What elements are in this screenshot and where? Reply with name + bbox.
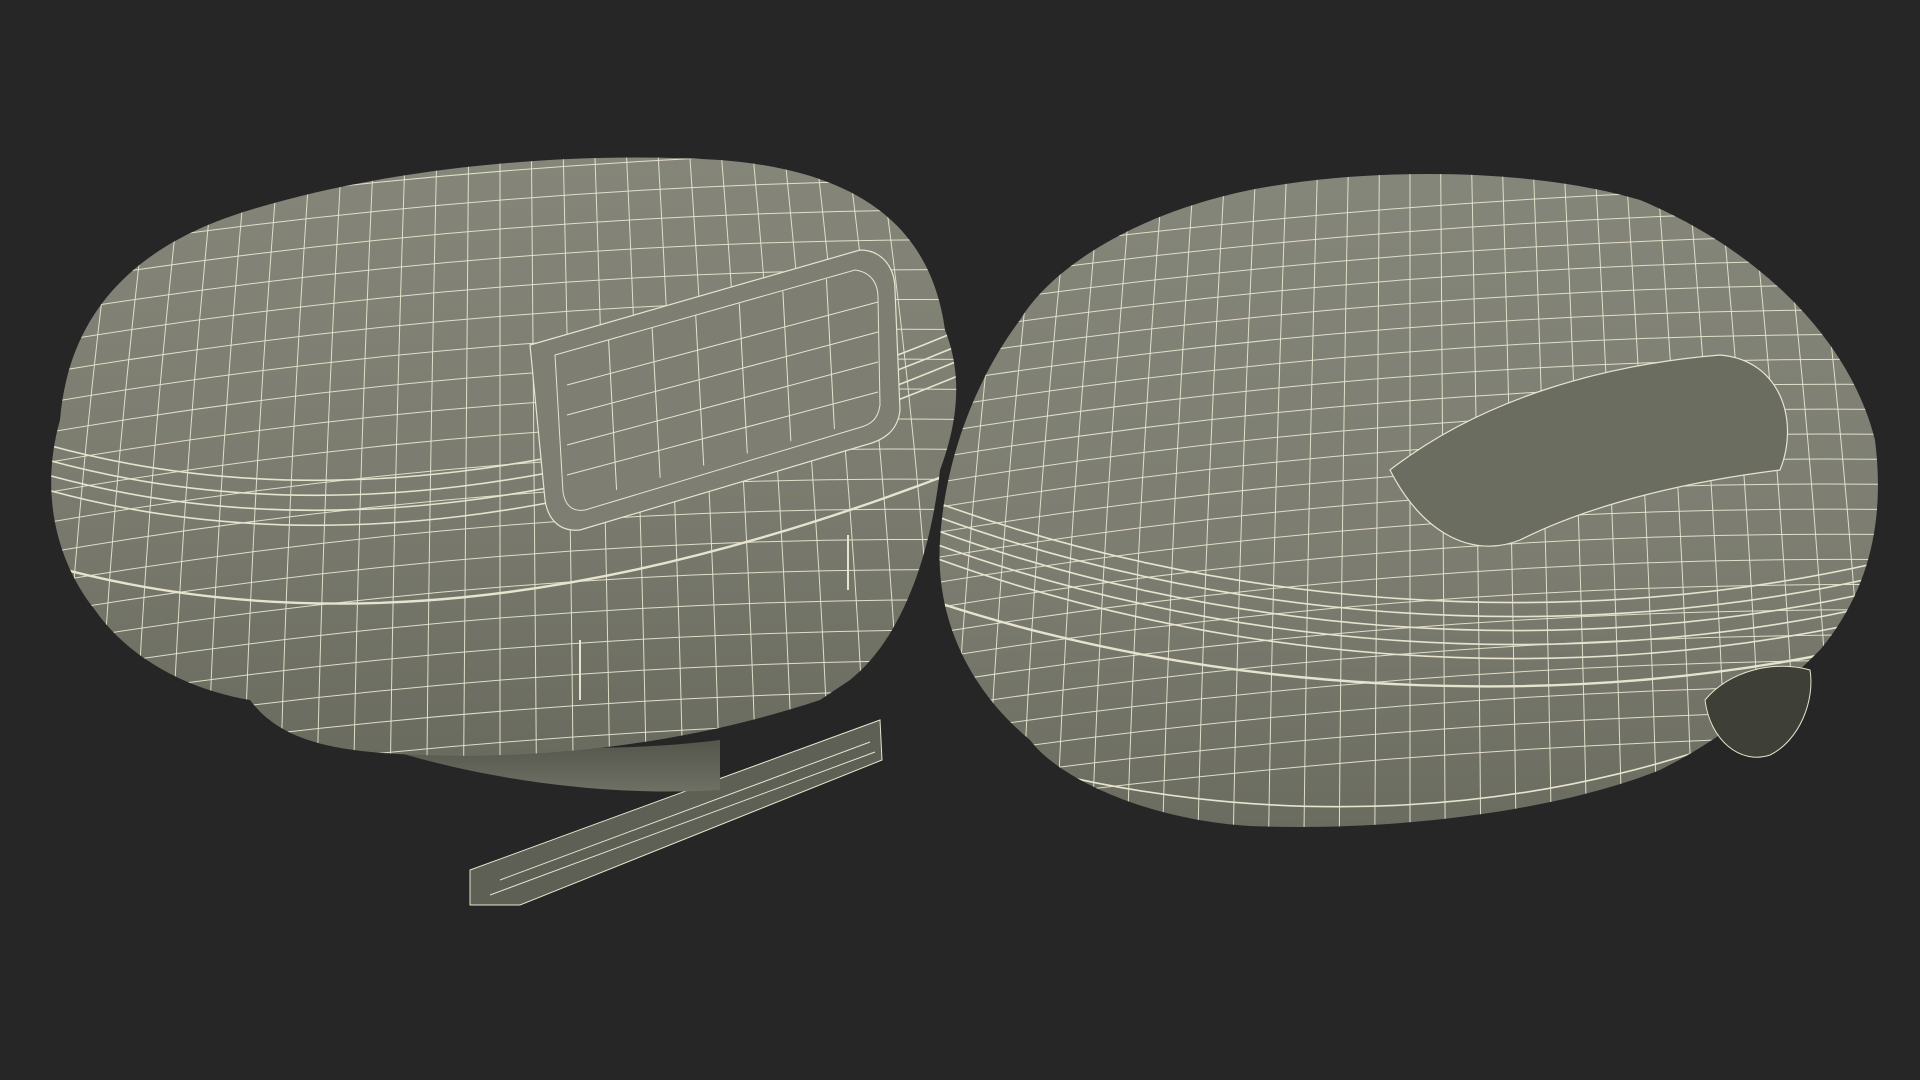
render-viewport — [0, 0, 1920, 1080]
wireframe-render — [51, 157, 1878, 906]
top-case-front-view — [939, 173, 1878, 827]
top-case-rear-view — [51, 157, 957, 906]
